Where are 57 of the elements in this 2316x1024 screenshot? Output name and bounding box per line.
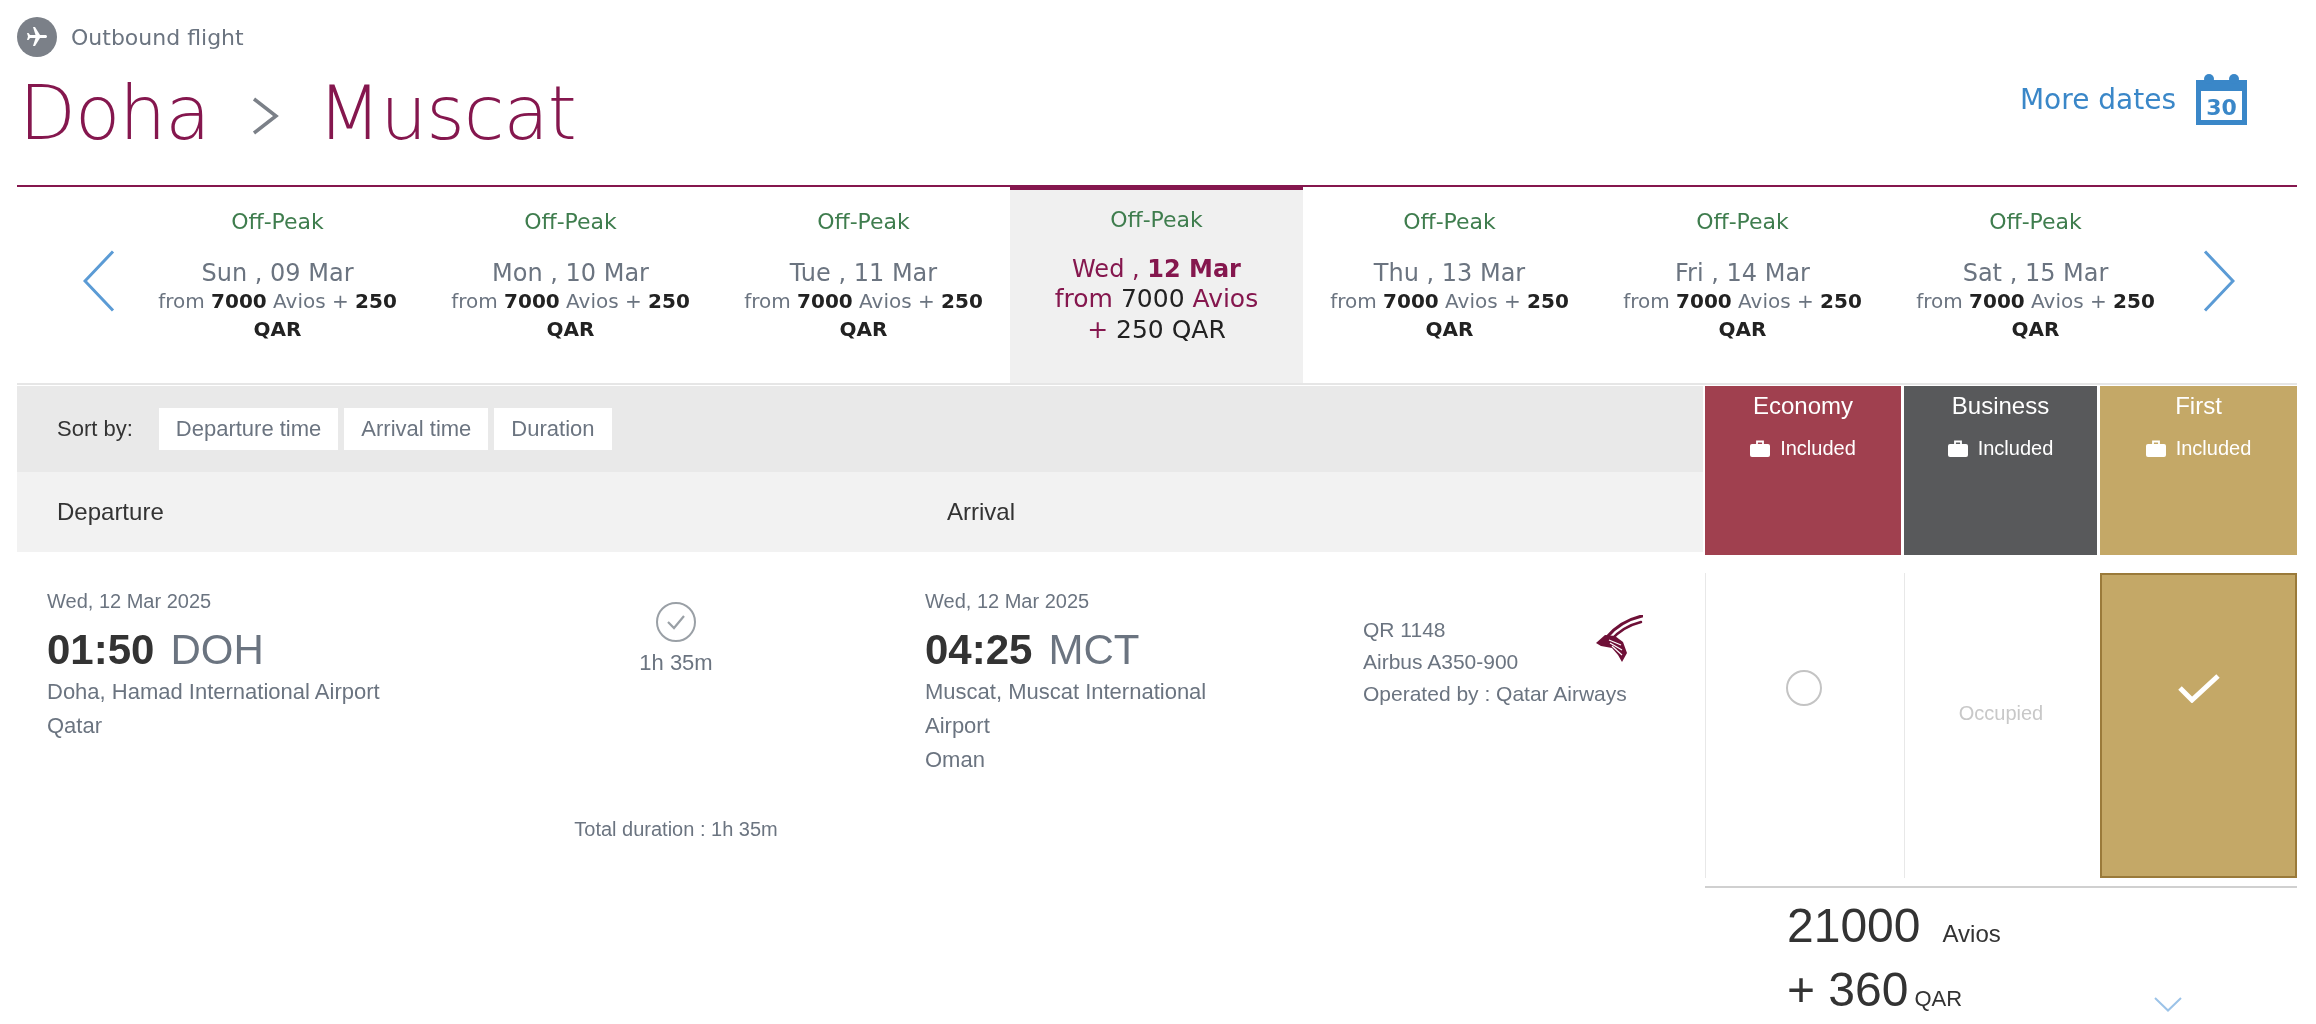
- aircraft-type: Airbus A350-900: [1363, 649, 1519, 675]
- avios-total: 21000: [1787, 898, 1921, 954]
- arrival-date: Wed, 12 Mar 2025: [925, 589, 1090, 613]
- origin-city: Doha: [18, 71, 210, 155]
- arrival-country: Oman: [925, 746, 985, 774]
- cabin-name: Economy: [1752, 392, 1853, 420]
- currency-unit: QAR: [1914, 985, 1963, 1013]
- next-dates-button[interactable]: [2203, 250, 2235, 312]
- airline-logo-icon: [1595, 615, 1643, 663]
- chevron-right-icon: [250, 97, 279, 135]
- previous-dates-button[interactable]: [83, 250, 115, 312]
- sort-option-button[interactable]: Departure time: [158, 408, 339, 450]
- date-tab[interactable]: Off-Peak Fri , 14 Mar from 7000 Avios + 250 QAR: [1596, 187, 1889, 383]
- destination-city: Muscat: [316, 71, 576, 155]
- baggage-label: Included: [1977, 436, 2054, 460]
- cabin-name: First: [2175, 392, 2222, 420]
- sort-label: Sort by:: [57, 416, 133, 442]
- column-header: Arrival: [947, 498, 1015, 526]
- check-circle-icon: [656, 602, 696, 642]
- sort-option-button[interactable]: Duration: [494, 408, 612, 450]
- checkmark-icon: [2176, 673, 2221, 703]
- operator: Operated by : Qatar Airways: [1363, 681, 1627, 707]
- baggage-label: Included: [2175, 436, 2252, 460]
- sort-option-button[interactable]: Arrival time: [344, 408, 489, 450]
- date-tab[interactable]: Off-Peak Sat , 15 Mar from 7000 Avios + 250 QAR: [1889, 187, 2182, 383]
- baggage-label: Included: [1780, 436, 1856, 460]
- date-tab[interactable]: Off-Peak Tue , 11 Mar from 7000 Avios + 250 QAR: [717, 187, 1010, 383]
- section-label: Outbound flight: [71, 24, 244, 50]
- departure-country: Qatar: [47, 712, 103, 740]
- departure-airport-code: DOH: [170, 625, 264, 675]
- suitcase-icon: [1750, 439, 1771, 457]
- fare-option[interactable]: [2100, 573, 2297, 878]
- suitcase-icon: [1947, 439, 1968, 457]
- departure-date: Wed, 12 Mar 2025: [47, 589, 212, 613]
- arrival-airport: Muscat, Muscat International Airport: [925, 678, 1208, 740]
- departure-time: 01:50: [47, 625, 155, 675]
- chevron-left-icon: [83, 250, 115, 312]
- cash-total: + 360: [1787, 962, 1909, 1018]
- cabin-name: Business: [1951, 392, 2050, 420]
- chevron-right-icon: [2203, 250, 2235, 312]
- date-tab[interactable]: Off-Peak Mon , 10 Mar from 7000 Avios + 250 QAR: [424, 187, 717, 383]
- radio-icon: [1785, 670, 1822, 706]
- flight-number: QR 1148: [1363, 617, 1446, 643]
- airplane-icon: [17, 17, 57, 57]
- date-tab[interactable]: Off-Peak Wed , 12 Mar from 7000 Avios + 250 QAR: [1010, 185, 1303, 383]
- arrival-time: 04:25: [925, 625, 1033, 675]
- avios-unit: Avios: [1942, 919, 2001, 949]
- chevron-down-icon[interactable]: [2154, 997, 2182, 1012]
- column-header: Departure: [57, 498, 165, 526]
- total-duration: Total duration : 1h 35m: [574, 817, 778, 841]
- date-tab[interactable]: Off-Peak Thu , 13 Mar from 7000 Avios + 250 QAR: [1303, 187, 1596, 383]
- departure-airport: Doha, Hamad International Airport: [47, 678, 380, 706]
- suitcase-icon: [2145, 439, 2166, 457]
- more-dates-link[interactable]: More dates: [2019, 83, 2176, 116]
- arrival-airport-code: MCT: [1048, 625, 1140, 675]
- date-tab[interactable]: Off-Peak Sun , 09 Mar from 7000 Avios + 250 QAR: [131, 187, 424, 383]
- flight-duration: 1h 35m: [639, 650, 713, 676]
